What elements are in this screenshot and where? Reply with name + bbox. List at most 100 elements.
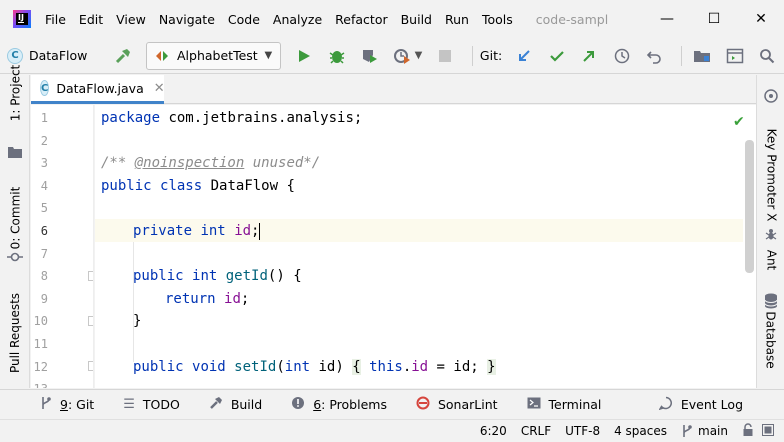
editor-tab-dataflow[interactable]: C DataFlow.java ✕ [31, 75, 165, 104]
code-line-8: public int getId() { [133, 268, 302, 285]
build-tool-button[interactable]: Build [209, 396, 262, 414]
rollback-icon[interactable] [642, 43, 668, 69]
ant-tool-tab[interactable]: Ant [757, 249, 784, 271]
menu-refactor[interactable]: Refactor [335, 12, 387, 27]
editor-gutter: 1 2 3 4 5 6 7 8 9 10 11 12 13 [31, 105, 94, 388]
git-label: Git: [479, 48, 503, 63]
pull-requests-tool-tab[interactable]: Pull Requests [0, 293, 30, 373]
project-tool-tab[interactable]: 1: Project [0, 65, 30, 122]
coverage-icon[interactable] [356, 43, 382, 69]
database-tool-tab[interactable]: Database [757, 311, 784, 368]
code-line-12: public void setId(int id) { this.id = id… [133, 358, 496, 375]
run-config-label: AlphabetTest [177, 48, 258, 63]
stop-icon[interactable] [432, 43, 458, 69]
chevron-down-icon[interactable]: ▼ [415, 50, 423, 61]
commit-tool-tab[interactable]: 0: Commit [0, 187, 30, 250]
intellij-logo-icon: IJ [13, 10, 31, 28]
editor-tab-bar: C DataFlow.java ✕ [31, 75, 756, 104]
git-tool-button[interactable]: 9: Git [40, 396, 94, 414]
scrollbar-thumb[interactable] [745, 140, 754, 273]
editor-scrollbar[interactable] [743, 105, 756, 388]
commit-icon [7, 251, 23, 267]
code-editor[interactable]: package com.jetbrains.analysis; /** @noi… [95, 105, 743, 388]
line-number: 1 [40, 111, 48, 125]
menu-file[interactable]: File [45, 12, 66, 27]
menu-tools[interactable]: Tools [482, 12, 513, 27]
menu-run[interactable]: Run [445, 12, 469, 27]
left-tool-stripe: 1: Project 0: Commit Pull Requests [0, 65, 30, 388]
run-icon[interactable] [291, 43, 317, 69]
branch-icon [683, 425, 692, 437]
text-caret [259, 222, 261, 240]
terminal-icon [527, 397, 541, 413]
fold-toggle-icon[interactable] [88, 271, 93, 281]
menu-analyze[interactable]: Analyze [273, 12, 322, 27]
key-promoter-icon [764, 89, 778, 107]
hammer-icon [209, 396, 223, 414]
tool-window-bar: 9: Git ☰ TODO Build 6: Problems SonarLin… [0, 389, 784, 419]
indent-setting[interactable]: 4 spaces [614, 424, 667, 438]
project-structure-icon[interactable] [689, 43, 715, 69]
terminal-tool-button[interactable]: Terminal [527, 397, 601, 413]
git-branch-icon [40, 396, 52, 414]
line-number: 13 [31, 378, 48, 388]
code-line-10: } [133, 313, 142, 330]
search-icon[interactable] [754, 43, 780, 69]
git-commit-icon[interactable] [544, 43, 570, 69]
git-branch-widget[interactable]: main [681, 424, 728, 438]
close-icon[interactable]: ✕ [154, 81, 165, 96]
code-line-6: private int id; [133, 222, 261, 240]
code-line-1: package com.jetbrains.analysis; [101, 110, 363, 126]
warning-icon [291, 396, 305, 414]
menu-build[interactable]: Build [401, 12, 432, 27]
debug-icon[interactable] [324, 43, 350, 69]
window-title: code-sampl [535, 11, 609, 27]
toolbar-separator [681, 45, 683, 66]
line-separator[interactable]: CRLF [521, 424, 551, 438]
presentation-mode-icon[interactable] [722, 43, 748, 69]
fold-toggle-icon[interactable] [88, 361, 93, 371]
line-number: 11 [33, 337, 48, 351]
project-name: DataFlow [29, 48, 88, 63]
project-breadcrumb[interactable]: C DataFlow [7, 47, 88, 64]
build-hammer-icon[interactable] [110, 43, 136, 69]
line-number: 12 [33, 359, 48, 374]
status-bar: 6:20 CRLF UTF-8 4 spaces main [0, 419, 784, 442]
caret-position[interactable]: 6:20 [480, 424, 507, 438]
no-problems-check-icon[interactable]: ✔ [733, 114, 745, 130]
maximize-button[interactable]: ☐ [691, 0, 737, 38]
fold-toggle-icon[interactable] [88, 316, 93, 326]
editor-tab-label: DataFlow.java [56, 80, 144, 96]
run-config-select[interactable]: AlphabetTest ▼ [146, 41, 282, 70]
lock-icon[interactable] [742, 422, 754, 440]
ant-label: Ant [764, 249, 778, 271]
git-push-icon[interactable] [576, 43, 602, 69]
pull-requests-label: Pull Requests [8, 292, 23, 374]
event-log-icon [658, 396, 673, 414]
menu-edit[interactable]: Edit [79, 12, 103, 27]
minimize-button[interactable]: — [644, 0, 690, 38]
sonarlint-tool-button[interactable]: SonarLint [416, 396, 498, 414]
key-promoter-tool-tab[interactable]: Key Promoter X [757, 129, 784, 222]
memory-indicator-icon[interactable] [762, 423, 774, 439]
todo-tool-button[interactable]: ☰ TODO [123, 397, 180, 412]
chevron-down-icon: ▼ [264, 50, 273, 61]
close-window-button[interactable]: ✕ [738, 0, 784, 38]
menu-navigate[interactable]: Navigate [159, 12, 215, 27]
menu-code[interactable]: Code [228, 12, 260, 27]
test-config-icon [156, 50, 168, 61]
history-clock-icon[interactable] [609, 43, 635, 69]
problems-tool-button[interactable]: 6: Problems [291, 396, 387, 414]
profile-icon[interactable] [389, 43, 415, 69]
project-tool-label: 1: Project [8, 64, 22, 122]
file-encoding[interactable]: UTF-8 [565, 424, 600, 438]
line-number: 2 [40, 133, 48, 148]
event-log-tool-button[interactable]: Event Log [658, 396, 743, 414]
line-number: 10 [33, 314, 48, 329]
key-promoter-label: Key Promoter X [764, 128, 779, 222]
git-update-icon[interactable] [511, 43, 537, 69]
main-toolbar: C DataFlow AlphabetTest ▼ ▼ Git: [0, 38, 784, 74]
code-line-9: return id; [165, 290, 250, 307]
menu-view[interactable]: View [116, 12, 146, 27]
right-tool-stripe: Key Promoter X Ant Database [756, 75, 784, 388]
